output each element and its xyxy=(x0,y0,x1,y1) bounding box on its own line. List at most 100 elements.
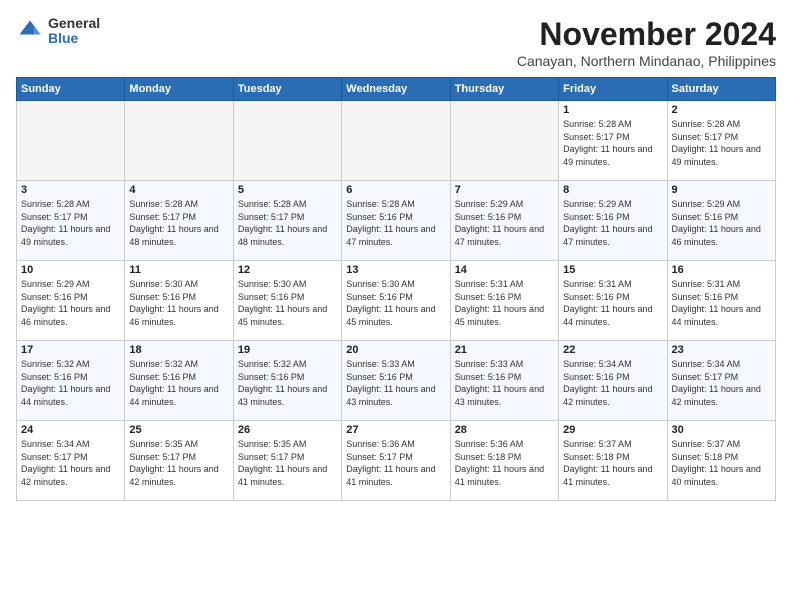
header-thursday: Thursday xyxy=(450,78,558,101)
day-info: Sunrise: 5:30 AM Sunset: 5:16 PM Dayligh… xyxy=(238,278,337,328)
calendar-cell: 24Sunrise: 5:34 AM Sunset: 5:17 PM Dayli… xyxy=(17,421,125,501)
header-monday: Monday xyxy=(125,78,233,101)
calendar-cell: 23 Sunrise: 5:34 AM Sunset: 5:17 PM Dayli… xyxy=(667,341,775,421)
day-number: 13 xyxy=(346,264,445,276)
calendar-cell: 8 Sunrise: 5:29 AM Sunset: 5:16 PM Daylig… xyxy=(559,181,667,261)
calendar-week-3: 10Sunrise: 5:29 AM Sunset: 5:16 PM Dayli… xyxy=(17,261,776,341)
day-number: 7 xyxy=(455,184,554,196)
calendar-cell: 9 Sunrise: 5:29 AM Sunset: 5:16 PM Daylig… xyxy=(667,181,775,261)
calendar-cell: 17 Sunrise: 5:32 AM Sunset: 5:16 PM Dayli… xyxy=(17,341,125,421)
day-number: 30 xyxy=(672,424,771,436)
calendar-week-1: 1 Sunrise: 5:28 AM Sunset: 5:17 PM Daylig… xyxy=(17,101,776,181)
day-number: 8 xyxy=(563,184,662,196)
calendar-header-row: SundayMondayTuesdayWednesdayThursdayFrid… xyxy=(17,78,776,101)
calendar-cell: 14 Sunrise: 5:31 AM Sunset: 5:16 PM Dayli… xyxy=(450,261,558,341)
calendar-week-4: 17 Sunrise: 5:32 AM Sunset: 5:16 PM Dayli… xyxy=(17,341,776,421)
day-info: Sunrise: 5:31 AM Sunset: 5:16 PM Dayligh… xyxy=(455,278,554,328)
day-info: Sunrise: 5:37 AM Sunset: 5:18 PM Dayligh… xyxy=(563,438,662,488)
calendar-cell: 12 Sunrise: 5:30 AM Sunset: 5:16 PM Dayli… xyxy=(233,261,341,341)
day-number: 19 xyxy=(238,344,337,356)
calendar-cell: 25 Sunrise: 5:35 AM Sunset: 5:17 PM Dayli… xyxy=(125,421,233,501)
day-info: Sunrise: 5:28 AM Sunset: 5:17 PM Dayligh… xyxy=(21,198,120,248)
calendar-cell: 4 Sunrise: 5:28 AM Sunset: 5:17 PM Daylig… xyxy=(125,181,233,261)
calendar-cell: 13 Sunrise: 5:30 AM Sunset: 5:16 PM Dayli… xyxy=(342,261,450,341)
logo-general-label: General xyxy=(48,16,100,31)
day-number: 12 xyxy=(238,264,337,276)
day-number: 11 xyxy=(129,264,228,276)
day-info: Sunrise: 5:37 AM Sunset: 5:18 PM Dayligh… xyxy=(672,438,771,488)
day-info: Sunrise: 5:29 AM Sunset: 5:16 PM Dayligh… xyxy=(563,198,662,248)
day-number: 16 xyxy=(672,264,771,276)
logo-icon xyxy=(16,17,44,45)
calendar-cell: 20 Sunrise: 5:33 AM Sunset: 5:16 PM Dayli… xyxy=(342,341,450,421)
day-number: 21 xyxy=(455,344,554,356)
day-number: 10 xyxy=(21,264,120,276)
day-number: 27 xyxy=(346,424,445,436)
calendar-cell: 10Sunrise: 5:29 AM Sunset: 5:16 PM Dayli… xyxy=(17,261,125,341)
day-info: Sunrise: 5:32 AM Sunset: 5:16 PM Dayligh… xyxy=(21,358,120,408)
header-sunday: Sunday xyxy=(17,78,125,101)
calendar-cell: 11 Sunrise: 5:30 AM Sunset: 5:16 PM Dayli… xyxy=(125,261,233,341)
day-number: 9 xyxy=(672,184,771,196)
day-number: 23 xyxy=(672,344,771,356)
header: General Blue November 2024 Canayan, Nort… xyxy=(16,16,776,69)
day-number: 22 xyxy=(563,344,662,356)
day-info: Sunrise: 5:35 AM Sunset: 5:17 PM Dayligh… xyxy=(129,438,228,488)
day-number: 3 xyxy=(21,184,120,196)
header-tuesday: Tuesday xyxy=(233,78,341,101)
day-info: Sunrise: 5:30 AM Sunset: 5:16 PM Dayligh… xyxy=(129,278,228,328)
calendar-cell: 5Sunrise: 5:28 AM Sunset: 5:17 PM Daylig… xyxy=(233,181,341,261)
day-number: 20 xyxy=(346,344,445,356)
day-number: 18 xyxy=(129,344,228,356)
day-number: 26 xyxy=(238,424,337,436)
calendar-cell: 30 Sunrise: 5:37 AM Sunset: 5:18 PM Dayli… xyxy=(667,421,775,501)
calendar-week-2: 3 Sunrise: 5:28 AM Sunset: 5:17 PM Daylig… xyxy=(17,181,776,261)
calendar-cell: 6 Sunrise: 5:28 AM Sunset: 5:16 PM Daylig… xyxy=(342,181,450,261)
day-number: 5 xyxy=(238,184,337,196)
calendar-cell: 28 Sunrise: 5:36 AM Sunset: 5:18 PM Dayli… xyxy=(450,421,558,501)
calendar-cell xyxy=(125,101,233,181)
calendar-cell: 27Sunrise: 5:36 AM Sunset: 5:17 PM Dayli… xyxy=(342,421,450,501)
calendar-cell: 21Sunrise: 5:33 AM Sunset: 5:16 PM Dayli… xyxy=(450,341,558,421)
calendar-cell: 18 Sunrise: 5:32 AM Sunset: 5:16 PM Dayli… xyxy=(125,341,233,421)
day-number: 17 xyxy=(21,344,120,356)
day-number: 2 xyxy=(672,104,771,116)
calendar-cell xyxy=(450,101,558,181)
day-info: Sunrise: 5:31 AM Sunset: 5:16 PM Dayligh… xyxy=(563,278,662,328)
calendar-cell: 29 Sunrise: 5:37 AM Sunset: 5:18 PM Dayli… xyxy=(559,421,667,501)
day-info: Sunrise: 5:28 AM Sunset: 5:17 PM Dayligh… xyxy=(563,118,662,168)
calendar-cell: 19Sunrise: 5:32 AM Sunset: 5:16 PM Dayli… xyxy=(233,341,341,421)
calendar-cell xyxy=(17,101,125,181)
calendar-cell: 26 Sunrise: 5:35 AM Sunset: 5:17 PM Dayli… xyxy=(233,421,341,501)
day-info: Sunrise: 5:36 AM Sunset: 5:18 PM Dayligh… xyxy=(455,438,554,488)
day-info: Sunrise: 5:34 AM Sunset: 5:16 PM Dayligh… xyxy=(563,358,662,408)
day-info: Sunrise: 5:31 AM Sunset: 5:16 PM Dayligh… xyxy=(672,278,771,328)
day-info: Sunrise: 5:32 AM Sunset: 5:16 PM Dayligh… xyxy=(129,358,228,408)
header-saturday: Saturday xyxy=(667,78,775,101)
day-info: Sunrise: 5:29 AM Sunset: 5:16 PM Dayligh… xyxy=(672,198,771,248)
day-info: Sunrise: 5:28 AM Sunset: 5:17 PM Dayligh… xyxy=(129,198,228,248)
calendar-cell: 15 Sunrise: 5:31 AM Sunset: 5:16 PM Dayli… xyxy=(559,261,667,341)
day-number: 15 xyxy=(563,264,662,276)
day-info: Sunrise: 5:35 AM Sunset: 5:17 PM Dayligh… xyxy=(238,438,337,488)
day-info: Sunrise: 5:28 AM Sunset: 5:16 PM Dayligh… xyxy=(346,198,445,248)
calendar-cell: 3 Sunrise: 5:28 AM Sunset: 5:17 PM Daylig… xyxy=(17,181,125,261)
calendar-cell xyxy=(342,101,450,181)
month-title: November 2024 xyxy=(517,16,776,53)
day-number: 4 xyxy=(129,184,228,196)
day-number: 28 xyxy=(455,424,554,436)
location-title: Canayan, Northern Mindanao, Philippines xyxy=(517,53,776,69)
calendar-week-5: 24Sunrise: 5:34 AM Sunset: 5:17 PM Dayli… xyxy=(17,421,776,501)
day-info: Sunrise: 5:34 AM Sunset: 5:17 PM Dayligh… xyxy=(672,358,771,408)
day-number: 25 xyxy=(129,424,228,436)
calendar-cell: 7Sunrise: 5:29 AM Sunset: 5:16 PM Daylig… xyxy=(450,181,558,261)
day-info: Sunrise: 5:30 AM Sunset: 5:16 PM Dayligh… xyxy=(346,278,445,328)
calendar-cell: 16 Sunrise: 5:31 AM Sunset: 5:16 PM Dayli… xyxy=(667,261,775,341)
day-number: 29 xyxy=(563,424,662,436)
day-number: 6 xyxy=(346,184,445,196)
day-number: 14 xyxy=(455,264,554,276)
calendar-cell: 2Sunrise: 5:28 AM Sunset: 5:17 PM Daylig… xyxy=(667,101,775,181)
logo-text: General Blue xyxy=(48,16,100,47)
day-number: 1 xyxy=(563,104,662,116)
day-info: Sunrise: 5:33 AM Sunset: 5:16 PM Dayligh… xyxy=(346,358,445,408)
